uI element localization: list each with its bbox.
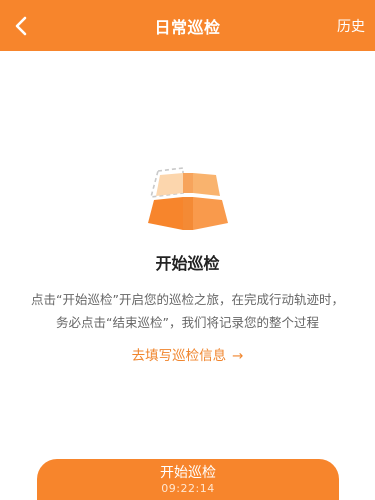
map-grid-icon: [148, 167, 228, 230]
inspection-description: 点击“开始巡检”开启您的巡检之旅，在完成行动轨迹时， 务必点击“结束巡检”，我们…: [0, 288, 375, 334]
history-button[interactable]: 历史: [337, 16, 365, 36]
start-inspection-button[interactable]: 开始巡检 09:22:14: [37, 459, 339, 500]
chevron-left-icon: [15, 16, 27, 36]
start-inspection-heading: 开始巡检: [155, 254, 220, 273]
description-line-1: 点击“开始巡检”开启您的巡检之旅，在完成行动轨迹时，: [31, 292, 344, 307]
description-line-2: 务必点击“结束巡检”，我们将记录您的整个过程: [56, 315, 319, 330]
inspection-page: 日常巡检 历史 开始巡检 点击“开始巡检”开启您的巡检之旅，在完成行动轨迹时， …: [0, 0, 375, 500]
arrow-right-icon: →: [232, 348, 244, 364]
top-navbar: 日常巡检 历史: [0, 0, 375, 51]
fill-link-label: 去填写巡检信息: [131, 348, 227, 364]
fill-inspection-info-link[interactable]: 去填写巡检信息 →: [0, 344, 375, 364]
page-title: 日常巡检: [154, 17, 221, 37]
elapsed-timer: 09:22:14: [161, 482, 215, 495]
start-button-label: 开始巡检: [160, 465, 216, 481]
back-button[interactable]: [8, 12, 34, 40]
